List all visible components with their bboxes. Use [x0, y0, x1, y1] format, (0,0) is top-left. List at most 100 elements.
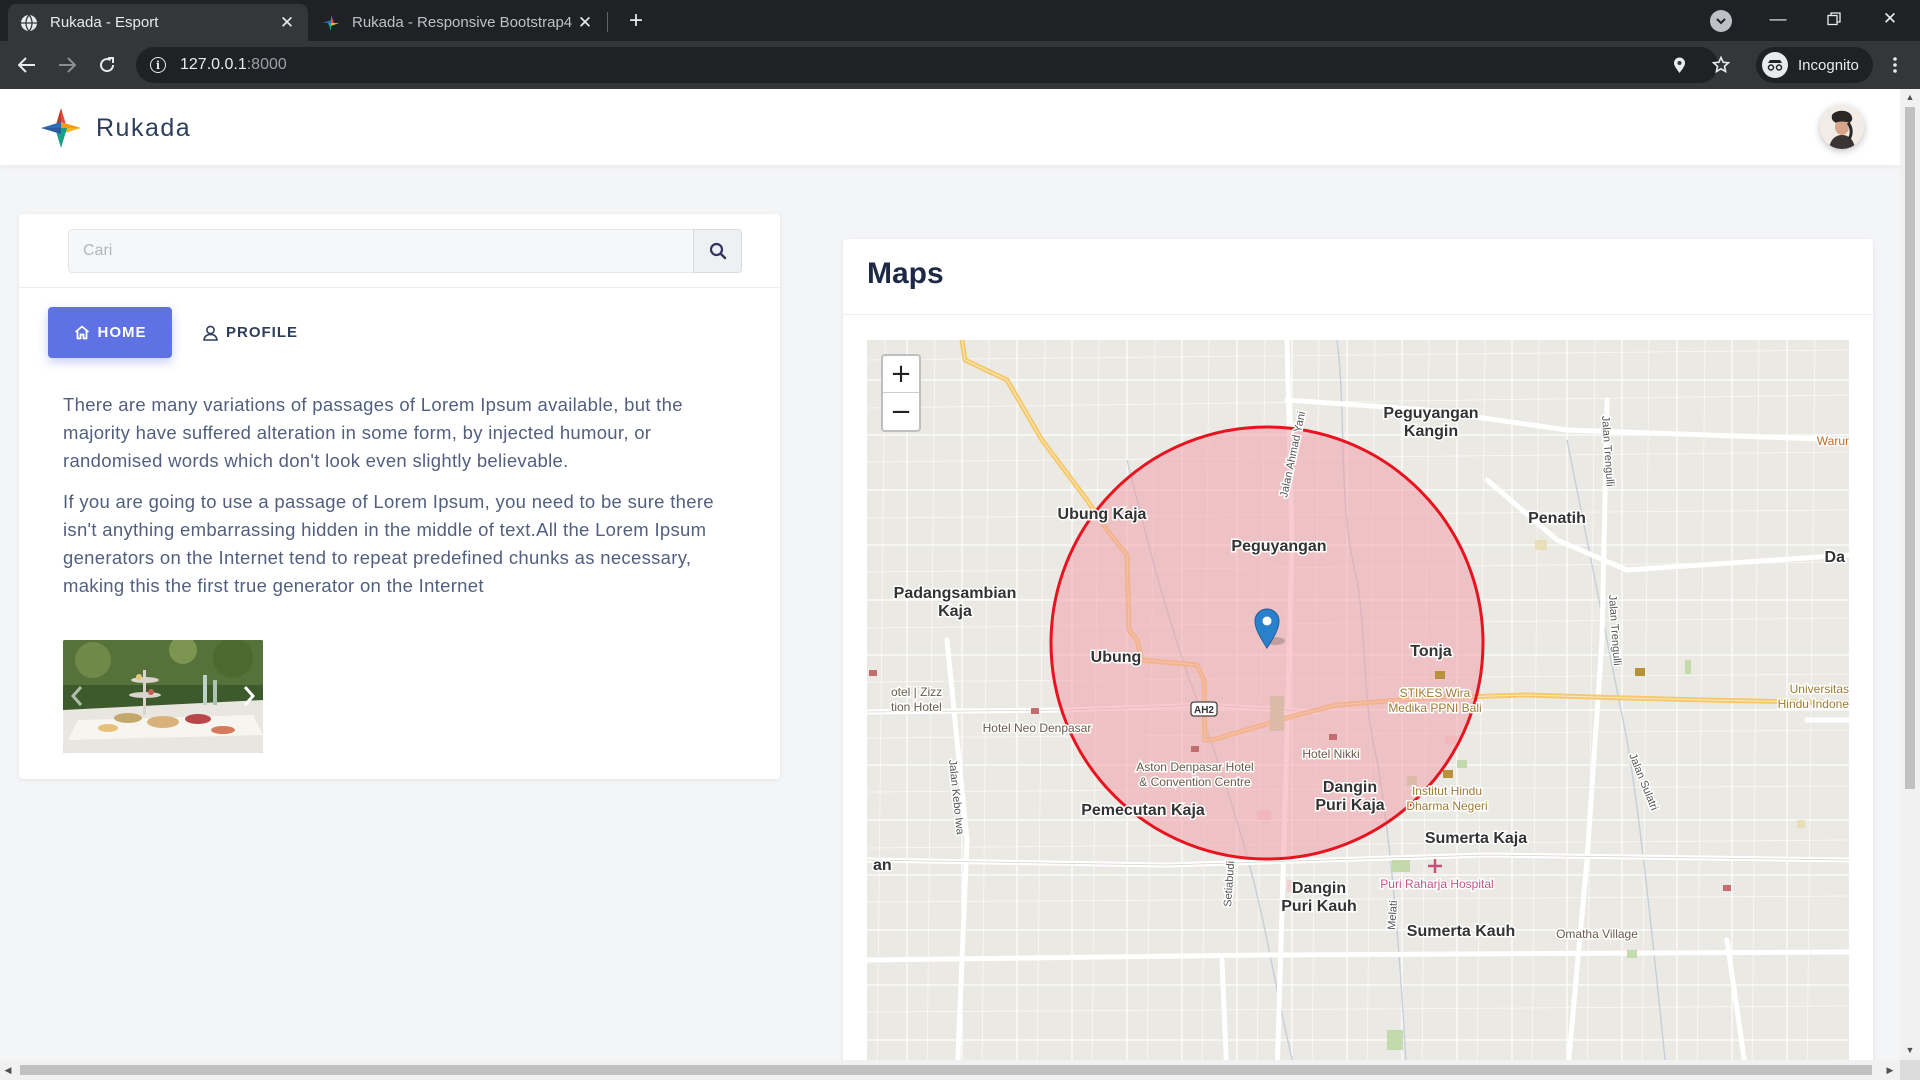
site-navbar: Rukada	[0, 89, 1900, 165]
close-tab-icon[interactable]: ✕	[278, 13, 296, 32]
map-label: Peguyangan	[1231, 538, 1326, 555]
map-label: STIKES Wira	[1400, 686, 1471, 700]
rukada-logo-icon	[41, 108, 81, 148]
browser-tab-inactive[interactable]: Rukada - Responsive Bootstrap4 ✕	[310, 4, 606, 41]
incognito-badge[interactable]: Incognito	[1756, 47, 1873, 83]
avatar[interactable]	[1820, 105, 1864, 149]
map-label: Institut Hindu	[1412, 784, 1482, 798]
scroll-down-icon[interactable]: ▼	[1902, 1042, 1918, 1058]
scroll-left-icon[interactable]: ◀	[0, 1062, 16, 1078]
browser-toolbar: i 127.0.0.1:8000 Incognito	[0, 41, 1920, 89]
tab-home-label: HOME	[97, 324, 147, 341]
bookmark-star-icon[interactable]	[1706, 50, 1736, 80]
browser-tab-active[interactable]: Rukada - Esport ✕	[8, 4, 308, 41]
tab-profile[interactable]: PROFILE	[197, 307, 317, 358]
home-icon	[74, 325, 89, 340]
close-window-icon[interactable]: ✕	[1862, 0, 1918, 38]
tab-search-icon[interactable]	[1710, 10, 1732, 32]
map-label: Padangsambian	[894, 585, 1017, 602]
hotel-icon	[1723, 885, 1731, 891]
school-icon	[1635, 668, 1645, 676]
tab-separator	[607, 12, 608, 32]
map-label: Jalan Sulatri	[1626, 752, 1660, 813]
map-label: Sumerta Kauh	[1407, 923, 1515, 940]
map-label: Hotel Neo Denpasar	[983, 721, 1092, 735]
incognito-label: Incognito	[1798, 56, 1859, 74]
map-view[interactable]: AH2 Peguyangan Kangin Ubung Kaja Penatih…	[867, 340, 1849, 1060]
zoom-control: + −	[881, 354, 921, 432]
school-icon	[1435, 671, 1445, 679]
map-label: Melati	[1386, 900, 1400, 930]
browser-menu-icon[interactable]	[1880, 50, 1910, 80]
url-host: 127.0.0.1	[180, 56, 247, 73]
map-label: Medika PPNI Bali	[1388, 701, 1481, 715]
map-label: Penatih	[1528, 510, 1586, 527]
vertical-scroll-thumb[interactable]	[1905, 107, 1915, 789]
carousel-prev-icon[interactable]	[65, 680, 89, 712]
map-label: an	[873, 857, 892, 874]
content-card: HOME PROFILE There are many variations o…	[19, 214, 780, 779]
vertical-scrollbar[interactable]: ▲ ▼	[1900, 89, 1920, 1060]
map-label: Dharma Negeri	[1406, 799, 1487, 813]
map-label: Da	[1825, 549, 1846, 566]
scroll-right-icon[interactable]: ▶	[1882, 1062, 1898, 1078]
map-label: Omatha Village	[1556, 927, 1638, 941]
tab-title: Rukada - Esport	[50, 14, 159, 31]
search-icon	[709, 242, 726, 260]
image-carousel[interactable]	[63, 640, 263, 753]
paragraph-2: If you are going to use a passage of Lor…	[63, 491, 714, 596]
scrollbar-corner	[1900, 1060, 1920, 1080]
location-pin-icon[interactable]	[1664, 50, 1694, 80]
maps-title: Maps	[867, 257, 944, 290]
map-label: Jalan Kebo Iwa	[946, 759, 966, 836]
ah2-shield: AH2	[1190, 701, 1218, 717]
minimize-icon[interactable]: —	[1750, 0, 1806, 38]
url-port: :8000	[246, 56, 287, 73]
map-label: Jalan Trengulli	[1599, 415, 1616, 487]
map-label: tion Hotel	[891, 700, 942, 714]
horizontal-scrollbar[interactable]: ◀ ▶	[0, 1060, 1900, 1080]
carousel-next-icon[interactable]	[237, 680, 261, 712]
restore-icon[interactable]	[1806, 0, 1862, 38]
zoom-out-button[interactable]: −	[883, 393, 919, 430]
tab-home[interactable]: HOME	[48, 307, 172, 358]
map-label: Kangin	[1404, 423, 1458, 440]
map-label: Dangin	[1292, 880, 1346, 897]
maps-card: Maps AH2 Peguyangan Kangin Ubung Kaja Pe…	[843, 239, 1873, 1060]
map-label: Aston Denpasar Hotel	[1136, 760, 1253, 774]
map-label: Sumerta Kaja	[1425, 830, 1527, 847]
close-tab-icon[interactable]: ✕	[576, 13, 594, 32]
horizontal-scroll-thumb[interactable]	[20, 1065, 1872, 1075]
avatar-image	[1820, 105, 1864, 149]
zoom-in-button[interactable]: +	[883, 356, 919, 393]
divider	[19, 287, 780, 288]
forward-icon[interactable]	[52, 50, 82, 80]
brand-name: Rukada	[96, 113, 192, 142]
map-label: Universitas	[1790, 682, 1849, 696]
rukada-logo-icon	[323, 14, 339, 31]
map-label: Dangin	[1323, 779, 1377, 796]
address-bar[interactable]: i 127.0.0.1:8000	[136, 47, 1718, 83]
incognito-icon	[1762, 52, 1788, 78]
brand[interactable]: Rukada	[40, 107, 191, 149]
map-label: Hotel Nikki	[1302, 747, 1359, 761]
back-icon[interactable]	[12, 50, 42, 80]
map-label: & Convention Centre	[1139, 775, 1251, 789]
reload-icon[interactable]	[92, 50, 122, 80]
map-label: Tonja	[1410, 643, 1452, 660]
map-label: otel | Zizz	[891, 685, 942, 699]
map-label: Pemecutan Kaja	[1081, 802, 1205, 819]
map-tiles: AH2 Peguyangan Kangin Ubung Kaja Penatih…	[867, 340, 1849, 1060]
user-icon	[203, 325, 218, 341]
scroll-up-icon[interactable]: ▲	[1902, 89, 1918, 105]
tab-title: Rukada - Responsive Bootstrap4	[352, 14, 573, 31]
search-input[interactable]	[68, 229, 693, 273]
site-info-icon[interactable]: i	[150, 57, 166, 73]
page-viewport: Rukada HOME PROFILE	[0, 89, 1900, 1060]
search-button[interactable]	[693, 229, 742, 273]
map-label: Warur	[1817, 434, 1849, 448]
map-label: Peguyangan	[1383, 405, 1478, 422]
map-label: Puri Kaja	[1315, 797, 1384, 814]
browser-tab-bar: Rukada - Esport ✕ Rukada - Responsive Bo…	[0, 0, 1920, 41]
new-tab-button[interactable]: +	[622, 8, 650, 36]
